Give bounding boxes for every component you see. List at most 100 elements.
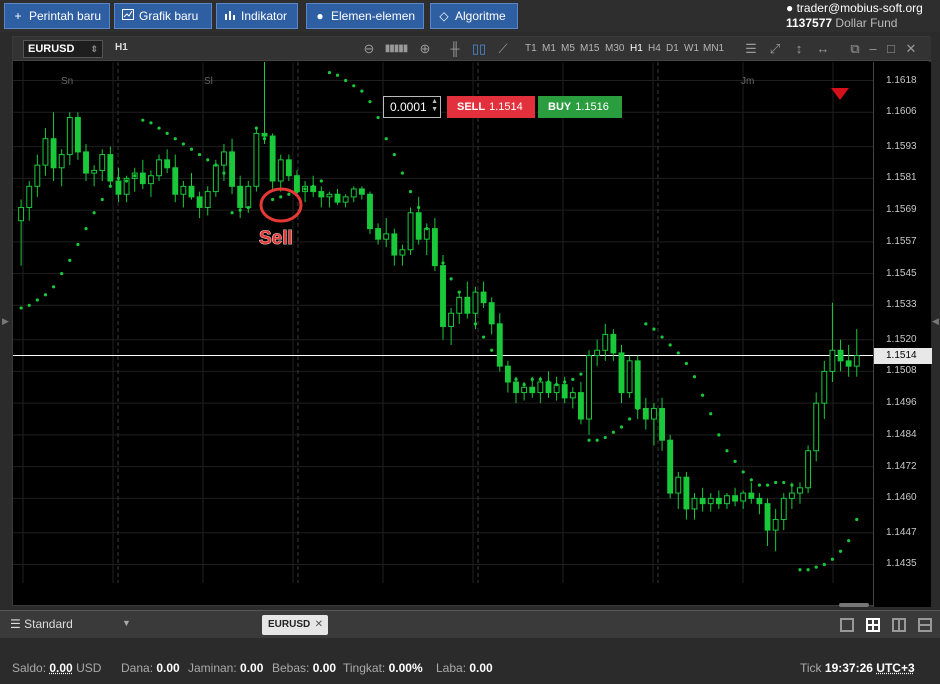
account-info[interactable]: ● trader@mobius-soft.org 1137577 Dollar … — [786, 1, 934, 31]
zoom-in-icon[interactable]: ⊕ — [417, 40, 433, 58]
psar-dot — [652, 327, 656, 331]
timeframe-m1[interactable]: M1 — [542, 43, 556, 54]
maximize-icon[interactable]: □ — [883, 40, 899, 58]
candle-body — [440, 265, 446, 327]
timeframe-m5[interactable]: M5 — [561, 43, 575, 54]
candle-body — [740, 492, 747, 502]
timeframe-m15[interactable]: M15 — [580, 43, 599, 54]
horizontal-scale-icon[interactable]: ↔ — [815, 40, 831, 58]
symbol-selector[interactable]: EURUSD ⇕ — [23, 40, 103, 58]
price-chart[interactable]: Sell — [13, 59, 873, 607]
elements-button[interactable]: ● Elemen-elemen — [306, 3, 424, 29]
candle-body — [521, 386, 528, 394]
new-order-button[interactable]: + Perintah baru — [4, 3, 110, 29]
timeframe-h1[interactable]: H1 — [630, 43, 643, 54]
price-tick-label: 1.1569 — [886, 204, 917, 216]
indicators-list-icon[interactable]: ☰ — [743, 40, 759, 58]
indicator-button[interactable]: Indikator — [216, 3, 298, 29]
layout-grid-icon[interactable] — [866, 618, 880, 632]
candle-body — [780, 497, 787, 521]
candle-body — [651, 407, 657, 420]
close-icon[interactable]: ✕ — [903, 40, 919, 58]
candle-body — [50, 138, 57, 169]
zoom-slider[interactable]: ▮▮▮▮▮ — [381, 40, 411, 58]
quantity-input[interactable]: 0.0001 ▲ ▼ — [383, 96, 441, 118]
psar-dot — [344, 78, 348, 83]
psar-dot — [68, 258, 72, 262]
psar-dot — [400, 171, 405, 175]
psar-dot — [173, 137, 177, 141]
current-timeframe: H1 — [115, 42, 128, 53]
funds-label: Dana: — [121, 661, 154, 675]
psar-dot — [717, 433, 721, 437]
candlestick-type-icon[interactable]: ▯▯ — [471, 40, 487, 58]
bar-chart-type-icon[interactable]: ╫ — [447, 40, 463, 58]
psar-dot — [303, 187, 307, 191]
price-tick-label: 1.1618 — [886, 74, 917, 86]
price-tick-label: 1.1460 — [886, 492, 917, 504]
left-panel-toggle-icon[interactable]: ▶ — [2, 316, 9, 327]
account-number: 1137577 — [786, 16, 833, 30]
psar-dot — [271, 197, 275, 202]
psar-dot — [124, 179, 129, 183]
psar-dot — [587, 438, 591, 442]
algorithm-button[interactable]: ◇ Algoritme — [430, 3, 518, 29]
chart-tab-eurusd[interactable]: EURUSD ✕ — [262, 615, 328, 635]
timeframe-m30[interactable]: M30 — [605, 43, 624, 54]
funds: Dana: 0.00 — [121, 661, 180, 675]
chart-plot-area[interactable]: Sell Sn Sl Jm 0.0001 ▲ ▼ SELL 1.1514 BUY 1.… — [13, 59, 886, 626]
timeframe-t1[interactable]: T1 — [525, 43, 537, 54]
price-axis[interactable]: 1.1618 1.1606 1.1593 1.1581 1.1569 1.1557 1.15… — [873, 62, 932, 607]
buy-button[interactable]: BUY 1.1516 — [538, 96, 622, 118]
psar-dot — [157, 126, 161, 130]
psar-dot — [498, 361, 502, 366]
psar-dot — [838, 549, 843, 553]
symbol-label: EURUSD — [28, 43, 75, 55]
chart-scrollbar[interactable] — [839, 603, 869, 607]
candle-body — [675, 476, 682, 494]
new-chart-button[interactable]: Grafik baru — [114, 3, 212, 29]
psar-dot — [222, 171, 226, 175]
layout-single-icon[interactable] — [840, 618, 854, 632]
minimize-icon[interactable]: – — [865, 40, 881, 58]
psar-dot — [473, 322, 478, 326]
funds-value: 0.00 — [156, 661, 180, 675]
close-tab-icon[interactable]: ✕ — [315, 615, 323, 635]
psar-dot — [433, 242, 437, 247]
chart-window: EURUSD ⇕ H1 ⊖ ▮▮▮▮▮ ⊕ ╫ ▯▯ ⟋ T1 M1 M5 M15 M3… — [12, 36, 932, 626]
price-tick-label: 1.1545 — [886, 267, 917, 279]
timeframe-mn1[interactable]: MN1 — [703, 43, 724, 54]
timeframe-w1[interactable]: W1 — [684, 43, 699, 54]
quantity-stepper-icon[interactable]: ▲ ▼ — [431, 98, 438, 114]
balance-value[interactable]: 0.00 — [49, 661, 72, 675]
timeframe-d1[interactable]: D1 — [666, 43, 679, 54]
candle-body — [358, 188, 365, 195]
layout-rows-icon[interactable] — [918, 618, 932, 632]
right-panel-toggle-icon[interactable]: ◀ — [932, 316, 939, 327]
psar-dot — [506, 369, 510, 374]
psar-dot — [360, 89, 364, 93]
autoscroll-icon[interactable]: ⤢ — [767, 40, 783, 58]
alert-marker-icon[interactable] — [831, 88, 849, 100]
zoom-out-icon[interactable]: ⊖ — [361, 40, 377, 58]
timezone-selector[interactable]: UTC+3 — [876, 661, 914, 675]
indicator-label: Indikator — [241, 9, 288, 23]
sell-button[interactable]: SELL 1.1514 — [447, 96, 535, 118]
psar-dot — [619, 425, 624, 429]
detach-icon[interactable]: ⧉ — [847, 40, 863, 58]
line-chart-type-icon[interactable]: ⟋ — [495, 40, 511, 58]
psar-dot — [684, 361, 688, 366]
candle-body — [431, 228, 438, 267]
account-email: trader@mobius-soft.org — [796, 1, 923, 15]
candle-body — [229, 151, 235, 187]
psar-dot — [198, 152, 202, 157]
timeframe-h4[interactable]: H4 — [648, 43, 661, 54]
psar-dot — [538, 377, 542, 381]
margin-level: Tingkat: 0.00% — [343, 661, 423, 675]
psar-dot — [27, 303, 31, 307]
layout-columns-icon[interactable] — [892, 618, 906, 632]
psar-dot — [749, 478, 753, 482]
candle-body — [732, 495, 739, 502]
vertical-scale-icon[interactable]: ↕ — [791, 40, 807, 58]
workspace-selector[interactable]: ☰ Standard ▼ — [10, 617, 131, 631]
